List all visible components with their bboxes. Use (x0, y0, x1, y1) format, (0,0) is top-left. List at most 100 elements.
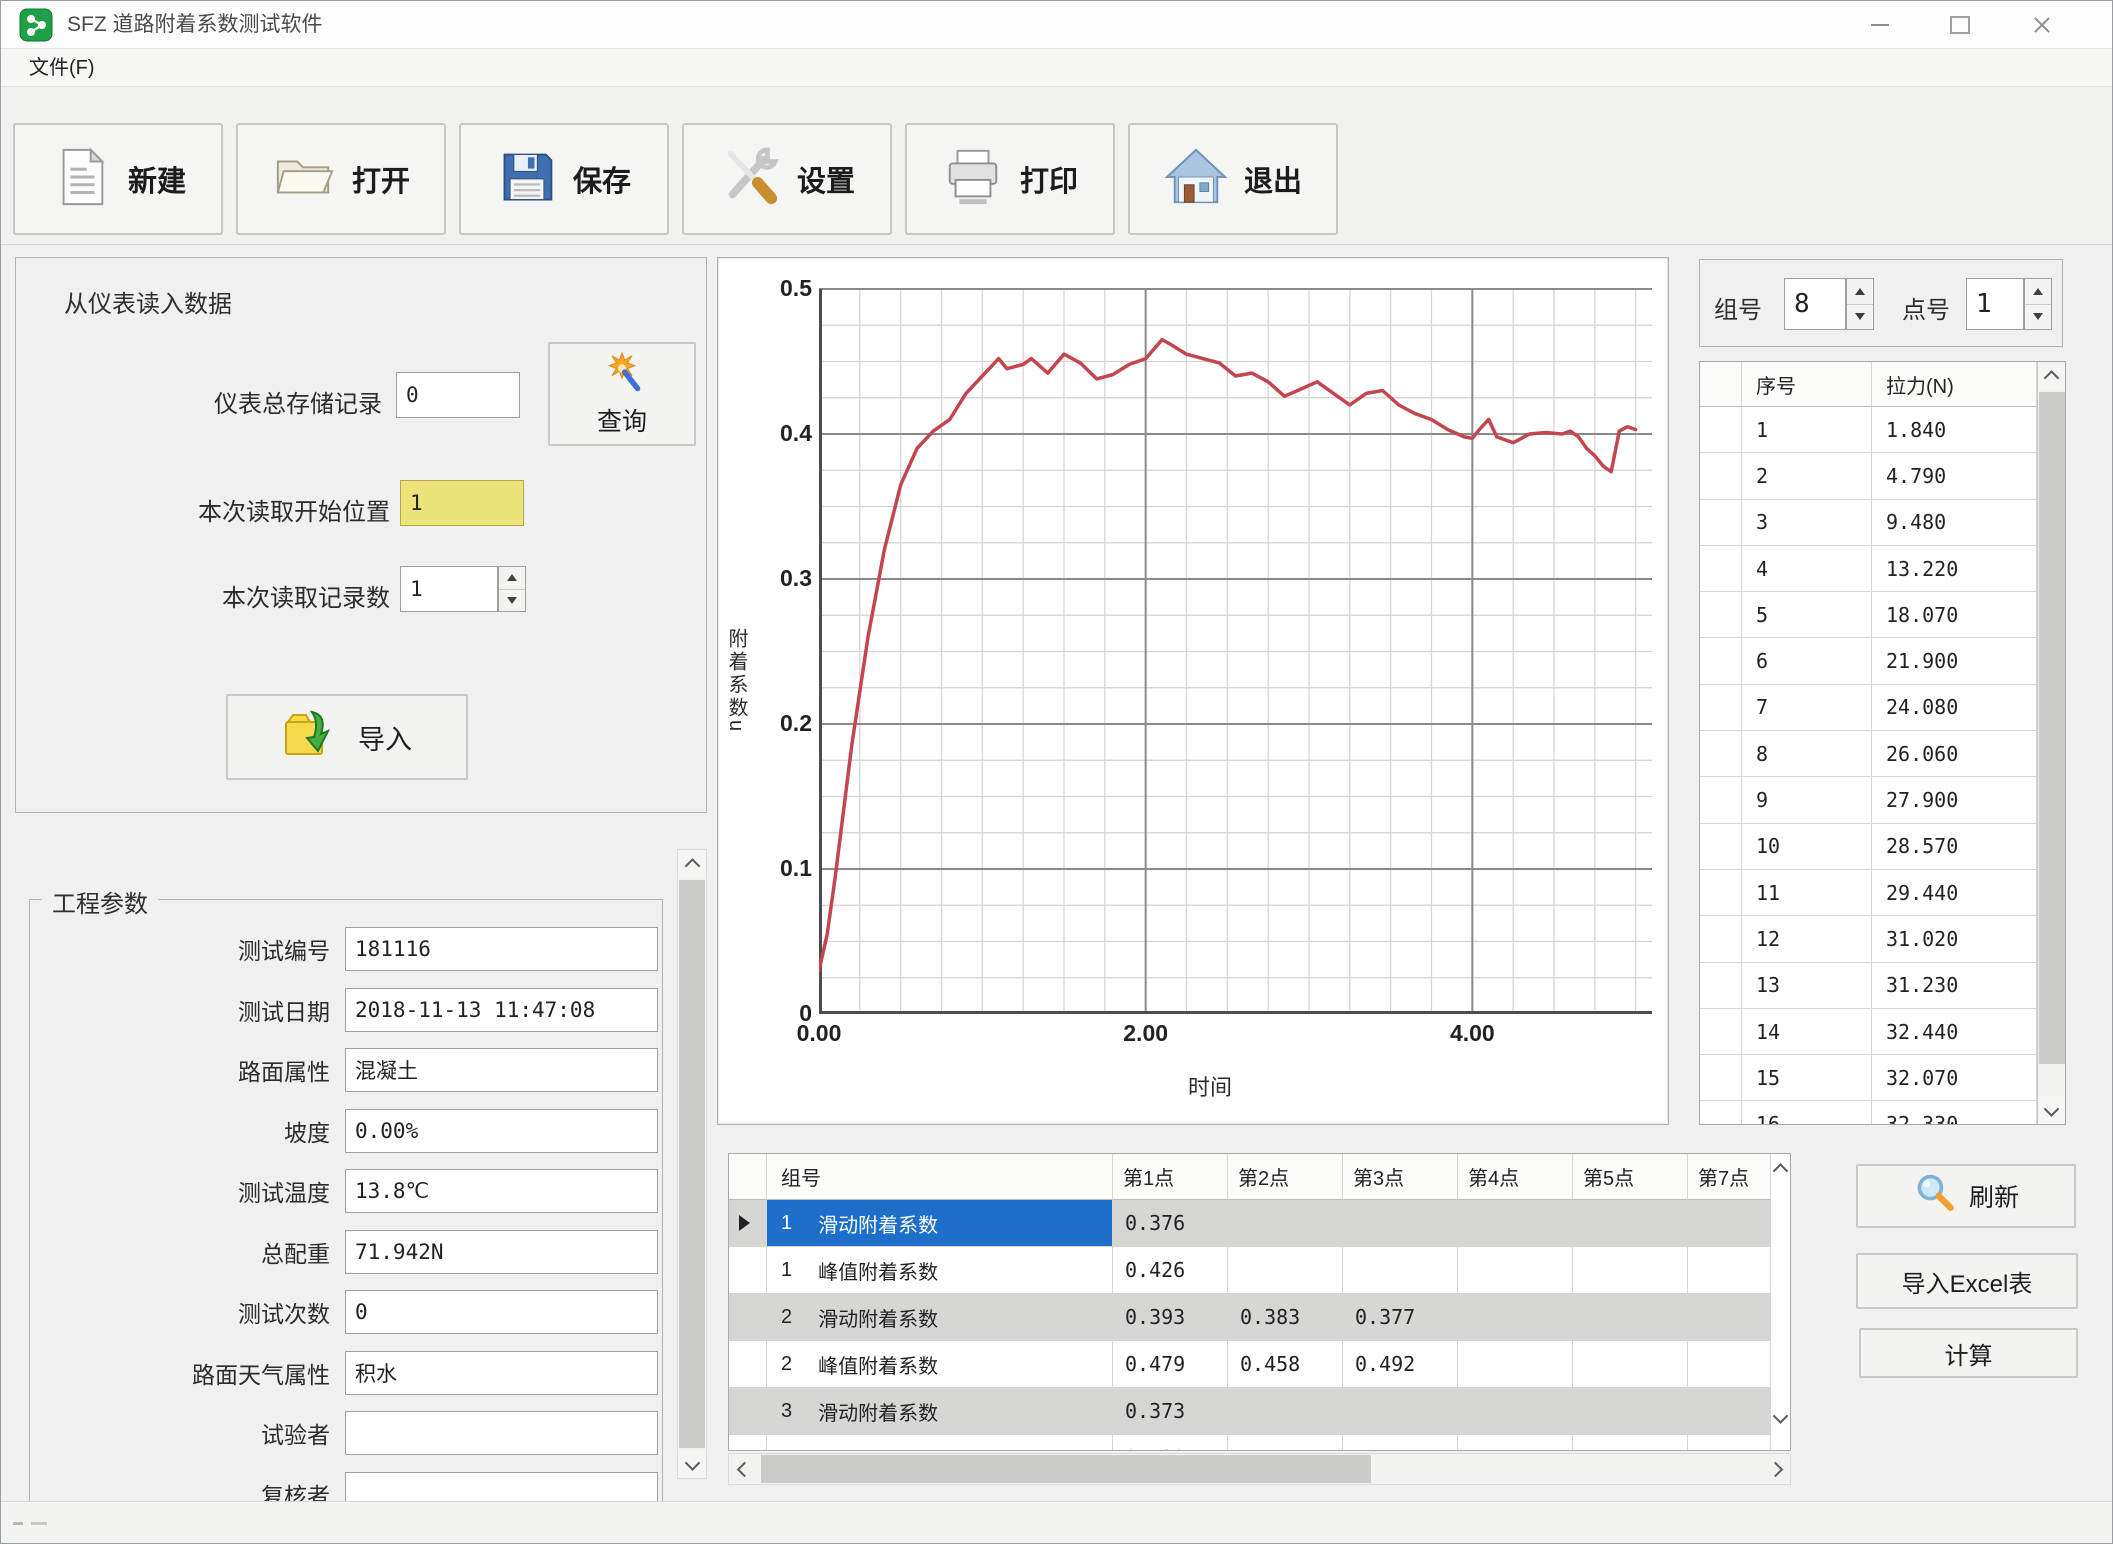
scroll-up-button[interactable] (2038, 362, 2065, 390)
save-button[interactable]: 保存 (459, 123, 669, 235)
table-row[interactable]: 39.480 (1700, 500, 2065, 546)
param-input[interactable]: 混凝土 (345, 1048, 658, 1092)
column-header[interactable]: 组号 (767, 1154, 1113, 1200)
maximize-button[interactable] (1927, 1, 1993, 49)
table-row[interactable]: 1028.570 (1700, 824, 2065, 870)
refresh-button[interactable]: 刷新 (1856, 1164, 2076, 1228)
table-row[interactable]: 826.060 (1700, 731, 2065, 777)
column-header-force[interactable]: 拉力(N) (1872, 362, 2037, 407)
point-input[interactable]: 1 (1966, 278, 2024, 330)
scroll-down-button[interactable] (678, 1450, 706, 1478)
save-floppy-icon (497, 146, 557, 213)
window-title: SFZ 道路附着系数测试软件 (67, 1, 323, 49)
read-panel: 从仪表读入数据 仪表总存储记录 0 查询 本次读取开始位置 1 本次读取记录数 … (15, 257, 707, 813)
force-cell: 4.790 (1872, 453, 2037, 499)
results-hscrollbar[interactable] (728, 1453, 1791, 1485)
scroll-right-button[interactable] (1760, 1454, 1790, 1484)
stepper-up-button[interactable] (2025, 279, 2051, 305)
left-panel-scrollbar[interactable] (677, 849, 707, 1479)
scrollbar-thumb[interactable] (761, 1455, 1371, 1483)
settings-button[interactable]: 设置 (682, 123, 892, 235)
table-row[interactable]: 724.080 (1700, 685, 2065, 731)
start-pos-input[interactable]: 1 (400, 480, 524, 526)
result-row[interactable]: 1峰值附着系数0.426 (729, 1247, 1790, 1294)
import-excel-button[interactable]: 导入Excel表 (1856, 1253, 2078, 1309)
column-header-index[interactable]: 序号 (1742, 362, 1872, 407)
result-row[interactable]: 1滑动附着系数0.376 (729, 1200, 1790, 1247)
exit-button[interactable]: 退出 (1128, 123, 1338, 235)
scroll-down-button[interactable] (2038, 1096, 2065, 1124)
param-input[interactable]: 2018-11-13 11:47:08 (345, 988, 658, 1032)
table-row[interactable]: 24.790 (1700, 453, 2065, 499)
column-header[interactable]: 第7点 (1688, 1154, 1771, 1200)
table-row[interactable]: 518.070 (1700, 592, 2065, 638)
scroll-up-button[interactable] (678, 850, 706, 878)
row-header-cell (1700, 870, 1742, 916)
row-header-cell (1700, 916, 1742, 962)
minimize-button[interactable] (1847, 1, 1913, 49)
menu-file[interactable]: 文件(F) (19, 49, 105, 87)
app-icon (19, 8, 53, 42)
param-input[interactable]: 181116 (345, 927, 658, 971)
table-row[interactable]: 621.900 (1700, 638, 2065, 684)
param-input[interactable] (345, 1411, 658, 1455)
table-row[interactable]: 1129.440 (1700, 870, 2065, 916)
new-button[interactable]: 新建 (13, 123, 223, 235)
column-header[interactable]: 第3点 (1343, 1154, 1458, 1200)
table-row[interactable]: 1331.230 (1700, 963, 2065, 1009)
table-row[interactable]: 1632.330 (1700, 1101, 2065, 1125)
param-input[interactable]: 13.8℃ (345, 1169, 658, 1213)
stepper-up-button[interactable] (1847, 279, 1873, 305)
result-row[interactable]: 3峰值附着系数0.430 (729, 1435, 1790, 1451)
row-header-cell (1700, 500, 1742, 546)
table-row[interactable]: 1532.070 (1700, 1055, 2065, 1101)
column-header[interactable]: 第2点 (1228, 1154, 1343, 1200)
force-cell: 29.440 (1872, 870, 2037, 916)
force-cell: 26.060 (1872, 731, 2037, 777)
stepper-down-button[interactable] (499, 590, 525, 612)
table-row[interactable]: 927.900 (1700, 777, 2065, 823)
scrollbar-thumb[interactable] (2039, 392, 2065, 1064)
result-row[interactable]: 3滑动附着系数0.373 (729, 1388, 1790, 1435)
minimize-icon (1871, 24, 1889, 26)
read-count-input[interactable]: 1 (400, 566, 498, 612)
chart-ylabel: 附着系数u (722, 628, 751, 734)
value-cell (1573, 1435, 1688, 1451)
query-button[interactable]: 查询 (548, 342, 696, 446)
print-button[interactable]: 打印 (905, 123, 1115, 235)
index-cell: 5 (1742, 592, 1872, 638)
param-row: 总配重71.942N (30, 1222, 664, 1283)
table-row[interactable]: 413.220 (1700, 546, 2065, 592)
query-button-label: 查询 (597, 402, 647, 438)
total-records-input[interactable]: 0 (396, 372, 520, 418)
stepper-down-button[interactable] (2025, 305, 2051, 330)
stepper-down-button[interactable] (1847, 305, 1873, 330)
force-table-scrollbar[interactable] (2037, 362, 2065, 1124)
results-table-scrollbar[interactable] (1771, 1160, 1791, 1446)
result-row[interactable]: 2滑动附着系数0.3930.3830.377 (729, 1294, 1790, 1341)
scrollbar-thumb[interactable] (679, 880, 705, 1448)
column-header[interactable]: 第1点 (1113, 1154, 1228, 1200)
param-input[interactable]: 0 (345, 1290, 658, 1334)
scroll-left-button[interactable] (729, 1454, 759, 1484)
magnifier-icon (1913, 1172, 1957, 1221)
open-button[interactable]: 打开 (236, 123, 446, 235)
param-input[interactable]: 积水 (345, 1351, 658, 1395)
table-row[interactable]: 11.840 (1700, 407, 2065, 453)
param-input[interactable]: 0.00% (345, 1109, 658, 1153)
table-row[interactable]: 1432.440 (1700, 1009, 2065, 1055)
group-input[interactable]: 8 (1784, 278, 1846, 330)
close-button[interactable] (2009, 1, 2075, 49)
import-button[interactable]: 导入 (226, 694, 468, 780)
result-row[interactable]: 2峰值附着系数0.4790.4580.492 (729, 1341, 1790, 1388)
param-input[interactable]: 71.942N (345, 1230, 658, 1274)
column-header[interactable]: 第4点 (1458, 1154, 1573, 1200)
param-row: 测试次数0 (30, 1282, 664, 1343)
calculate-button[interactable]: 计算 (1859, 1328, 2078, 1378)
row-header-cell (1700, 685, 1742, 731)
table-row[interactable]: 1231.020 (1700, 916, 2065, 962)
stepper-up-button[interactable] (499, 567, 525, 590)
settings-tools-icon (719, 146, 781, 213)
column-header[interactable]: 第5点 (1573, 1154, 1688, 1200)
index-cell: 10 (1742, 824, 1872, 870)
